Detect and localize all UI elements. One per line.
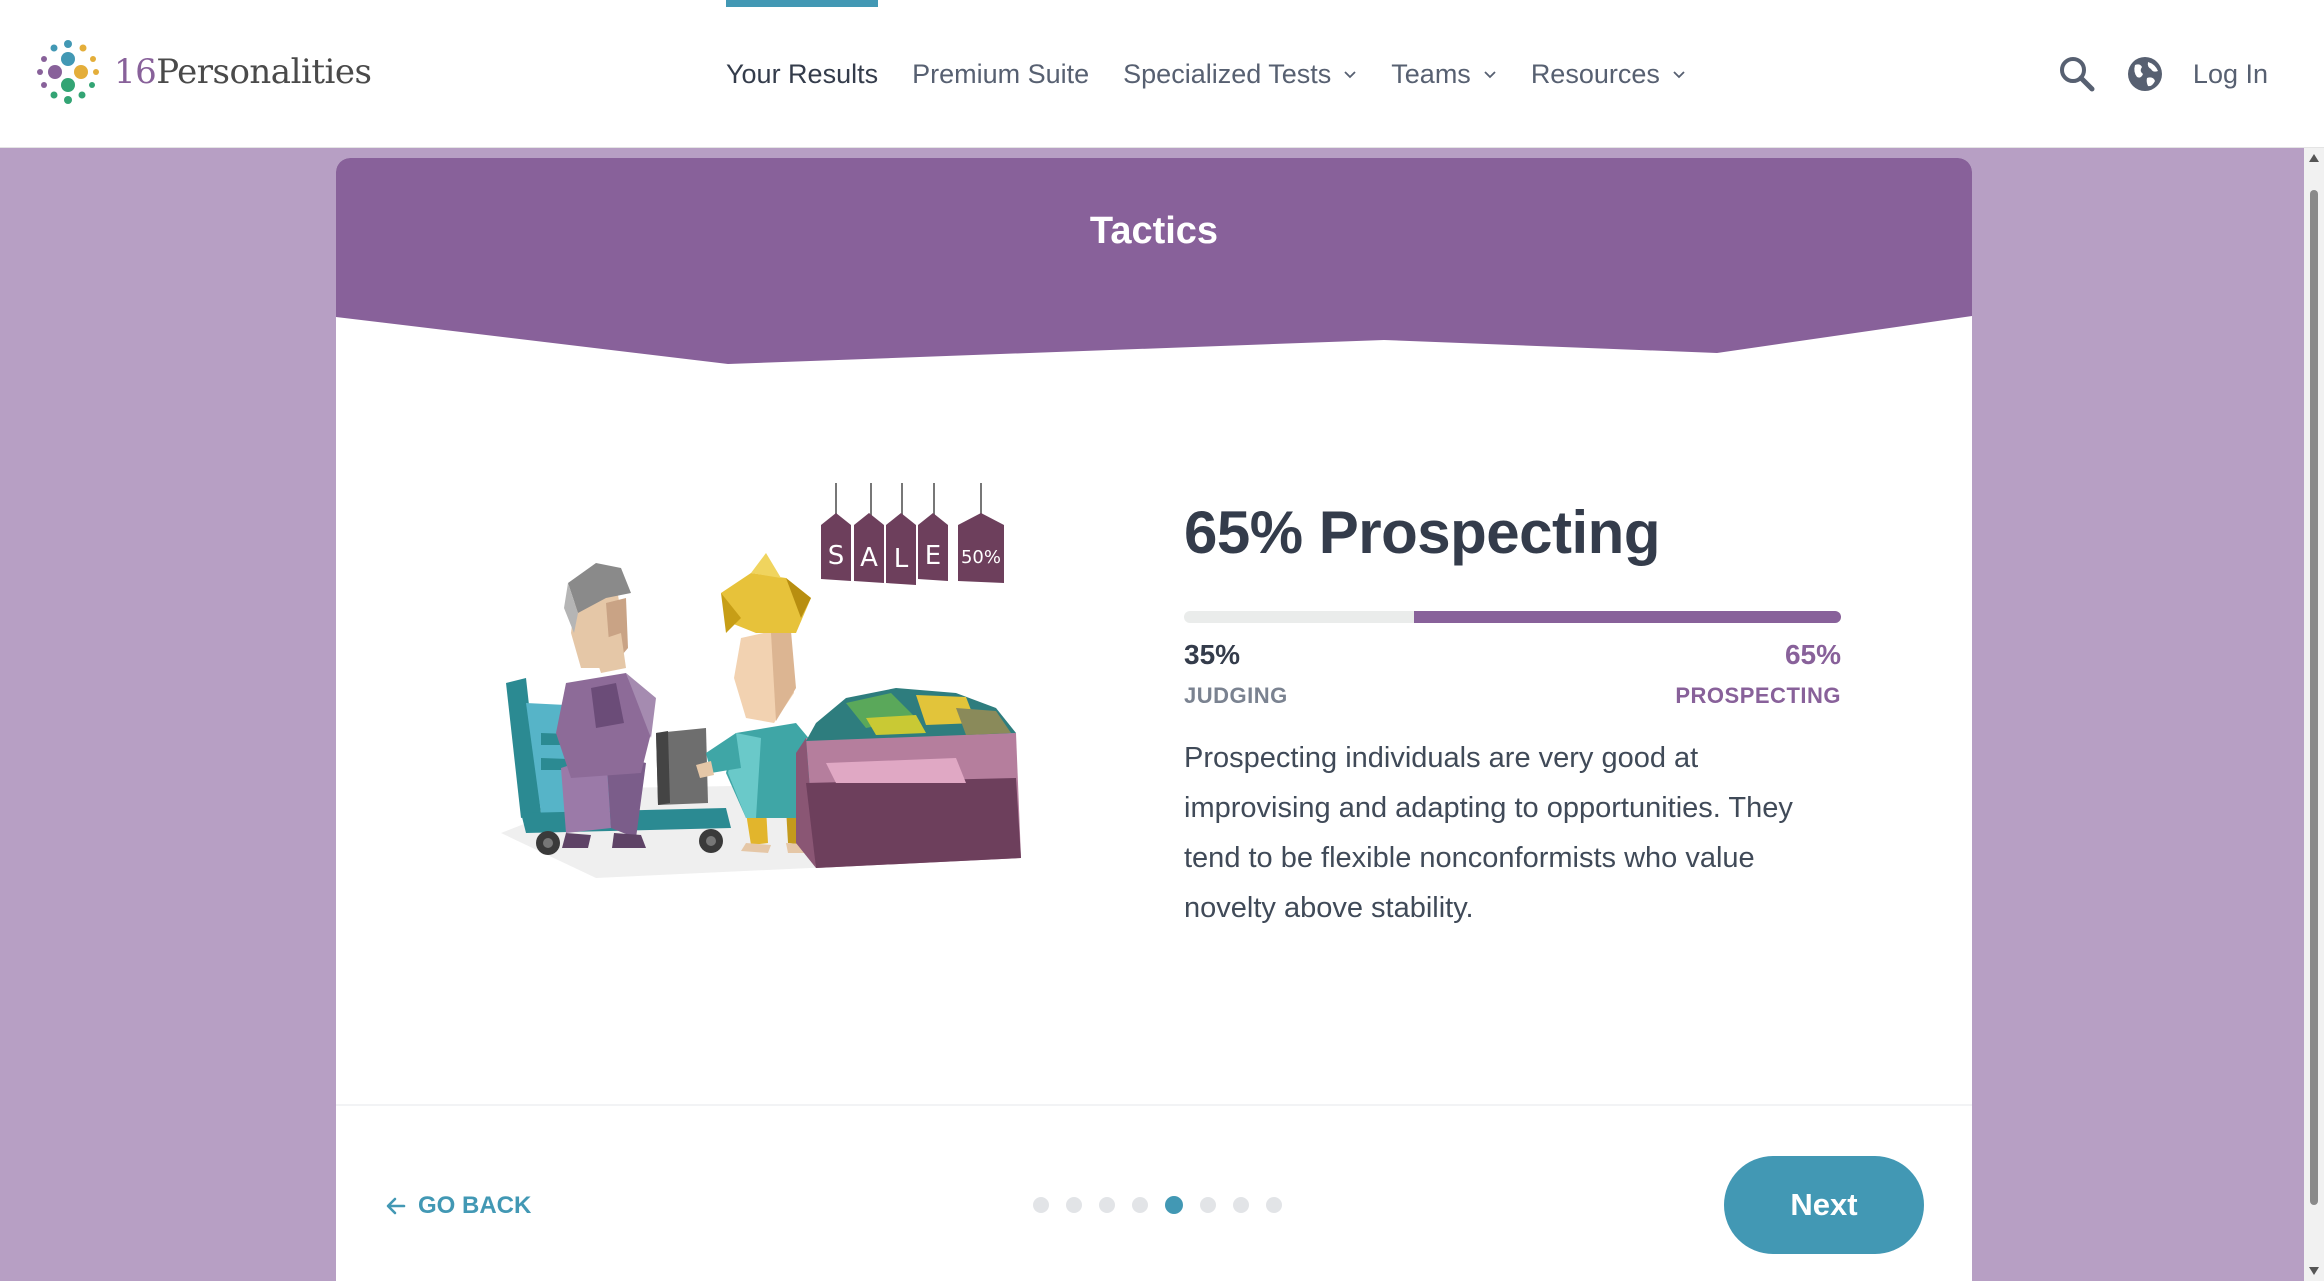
nav-teams[interactable]: Teams xyxy=(1391,0,1497,148)
nav-your-results[interactable]: Your Results xyxy=(726,0,879,148)
card-banner xyxy=(336,158,1972,364)
pagination-dots xyxy=(1033,1196,1299,1214)
pagination-dot[interactable] xyxy=(1132,1197,1148,1213)
trait-bar-fill xyxy=(1413,611,1841,623)
next-button[interactable]: Next xyxy=(1724,1156,1924,1254)
shopping-illustration: S A L E 50% xyxy=(501,483,1021,878)
pagination-dot[interactable] xyxy=(1200,1197,1216,1213)
globe-icon[interactable] xyxy=(2125,54,2165,94)
go-back-button[interactable]: GO BACK xyxy=(384,1192,531,1220)
left-trait-percent: 35% xyxy=(1184,639,1241,670)
nav-label: Resources xyxy=(1530,58,1660,89)
arrow-left-icon xyxy=(386,1197,406,1215)
logo-icon xyxy=(37,40,99,104)
left-trait-name: JUDGING xyxy=(1184,683,1288,708)
pagination-dot[interactable] xyxy=(1266,1197,1282,1213)
scrollbar[interactable] xyxy=(2304,148,2324,1281)
tag-letter: S xyxy=(828,541,845,571)
nav-specialized-tests[interactable]: Specialized Tests xyxy=(1123,0,1357,148)
nav-label: Teams xyxy=(1391,58,1471,89)
pagination-dot[interactable] xyxy=(1033,1197,1049,1213)
scroll-thumb[interactable] xyxy=(2310,190,2318,1205)
trait-labels: 35% JUDGING 65% PROSPECTING xyxy=(1184,639,1841,719)
tag-discount: 50% xyxy=(961,547,1001,568)
scroll-down-arrow[interactable] xyxy=(2309,1267,2319,1275)
pagination-dot-active[interactable] xyxy=(1165,1196,1183,1214)
site-header: 16Personalities Your Results Premium Sui… xyxy=(0,0,2324,148)
pagination-dot[interactable] xyxy=(1099,1197,1115,1213)
go-back-label: GO BACK xyxy=(418,1192,532,1219)
sale-tags: S A L E 50% xyxy=(821,483,1004,585)
chevron-down-icon xyxy=(1344,71,1356,79)
chevron-down-icon xyxy=(1484,71,1496,79)
pagination-dot[interactable] xyxy=(1233,1197,1249,1213)
result-card: Tactics S A L E 50% 65% Prospecting 35% … xyxy=(336,158,1972,1281)
tag-letter: E xyxy=(925,541,941,571)
header-actions: Log In xyxy=(2057,0,2268,148)
nav-resources[interactable]: Resources xyxy=(1531,0,1686,148)
right-trait-name: PROSPECTING xyxy=(1675,683,1841,708)
nav-label: Your Results xyxy=(726,58,879,89)
login-link[interactable]: Log In xyxy=(2193,59,2268,90)
trait-result: 65% Prospecting 35% JUDGING 65% PROSPECT… xyxy=(1184,498,1844,933)
tag-letter: L xyxy=(894,544,909,574)
logo-number: 16 xyxy=(114,52,157,92)
main-nav: Your Results Premium Suite Specialized T… xyxy=(726,0,1720,148)
search-icon[interactable] xyxy=(2057,54,2097,94)
logo-text: 16Personalities xyxy=(114,52,372,92)
nav-label: Premium Suite xyxy=(912,58,1090,89)
result-heading: 65% Prospecting xyxy=(1184,499,1661,566)
card-divider xyxy=(336,1104,1972,1106)
logo-word: Personalities xyxy=(156,52,372,92)
card-title: Tactics xyxy=(1089,210,1219,252)
trait-bar xyxy=(1184,611,1841,623)
trait-description: Prospecting individuals are very good at… xyxy=(1184,742,1793,924)
nav-label: Specialized Tests xyxy=(1123,58,1332,89)
right-trait: 65% PROSPECTING xyxy=(1675,639,1841,709)
right-trait-percent: 65% xyxy=(1784,639,1841,670)
tag-letter: A xyxy=(860,543,878,573)
logo[interactable]: 16Personalities xyxy=(30,34,372,110)
left-trait: 35% JUDGING xyxy=(1184,639,1288,709)
chevron-down-icon xyxy=(1673,71,1685,79)
nav-premium-suite[interactable]: Premium Suite xyxy=(912,0,1089,148)
pagination-dot[interactable] xyxy=(1066,1197,1082,1213)
scroll-up-arrow[interactable] xyxy=(2309,154,2319,162)
